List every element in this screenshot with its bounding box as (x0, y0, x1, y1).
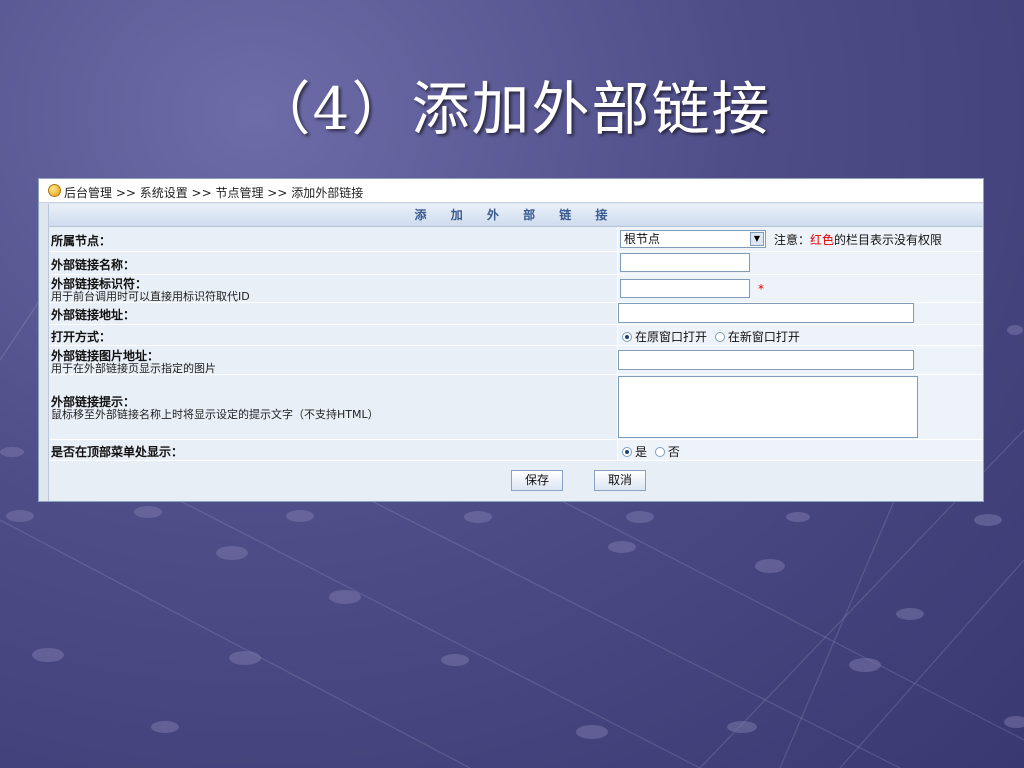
row-actions: 保存 取消 (49, 461, 983, 501)
option-no-label[interactable]: 否 (668, 445, 680, 459)
row-parent-node: 所属节点： 根节点 ▼ 注意：红色的栏目表示没有权限 (49, 227, 983, 252)
save-button[interactable]: 保存 (511, 470, 563, 491)
option-same-window-label[interactable]: 在原窗口打开 (635, 330, 707, 344)
home-globe-icon (48, 184, 61, 197)
tooltip-textarea[interactable] (618, 376, 918, 438)
cancel-button[interactable]: 取消 (594, 470, 646, 491)
option-yes-label[interactable]: 是 (635, 445, 647, 459)
link-id-hint: 用于前台调用时可以直接用标识符取代ID (51, 290, 250, 303)
required-mark: * (758, 282, 764, 296)
row-show-top-menu: 是否在顶部菜单处显示： 是 否 (49, 440, 983, 461)
breadcrumb: 后台管理 >> 系统设置 >> 节点管理 >> 添加外部链接 (39, 179, 983, 203)
show-top-menu-label: 是否在顶部菜单处显示： (51, 445, 184, 459)
row-image-url: 外部链接图片地址： 用于在外部链接页显示指定的图片 (49, 346, 983, 375)
row-open-mode: 打开方式： 在原窗口打开 在新窗口打开 (49, 325, 983, 346)
link-name-label: 外部链接名称： (51, 258, 136, 272)
option-new-window-label[interactable]: 在新窗口打开 (728, 330, 800, 344)
show-top-menu-options: 是 否 (622, 443, 680, 460)
open-mode-label: 打开方式： (51, 330, 112, 344)
radio-yes[interactable] (622, 447, 632, 457)
parent-node-cell: 根节点 ▼ 注意：红色的栏目表示没有权限 (617, 227, 983, 251)
row-link-id: 外部链接标识符： 用于前台调用时可以直接用标识符取代ID * (49, 275, 983, 303)
parent-node-selected: 根节点 (624, 232, 661, 246)
chevron-down-icon[interactable]: ▼ (750, 232, 764, 246)
add-link-form: 添 加 外 部 链 接 所属节点： 根节点 ▼ 注意：红色的栏目表示没有权限 外… (48, 204, 983, 501)
link-name-input[interactable] (620, 253, 750, 272)
row-link-url: 外部链接地址： (49, 303, 983, 325)
row-tooltip: 外部链接提示： 鼠标移至外部链接名称上时将显示设定的提示文字（不支持HTML） (49, 375, 983, 440)
link-url-label: 外部链接地址： (51, 308, 136, 322)
link-id-input[interactable] (620, 279, 750, 298)
tooltip-hint: 鼠标移至外部链接名称上时将显示设定的提示文字（不支持HTML） (51, 408, 379, 421)
form-heading: 添 加 外 部 链 接 (49, 204, 983, 227)
admin-screenshot: 后台管理 >> 系统设置 >> 节点管理 >> 添加外部链接 添 加 外 部 链… (38, 178, 984, 502)
open-mode-options: 在原窗口打开 在新窗口打开 (622, 328, 800, 345)
permission-note: 注意：红色的栏目表示没有权限 (774, 233, 943, 247)
image-url-input[interactable] (618, 350, 914, 370)
row-link-name: 外部链接名称： (49, 252, 983, 275)
link-url-input[interactable] (618, 303, 914, 323)
slide-title: （4）添加外部链接 (252, 75, 772, 143)
radio-same-window[interactable] (622, 332, 632, 342)
parent-node-label: 所属节点： (51, 234, 112, 248)
radio-no[interactable] (654, 447, 665, 457)
permission-note-red: 红色 (810, 233, 835, 247)
image-url-hint: 用于在外部链接页显示指定的图片 (51, 362, 216, 375)
radio-new-window[interactable] (714, 332, 725, 342)
parent-node-select[interactable]: 根节点 ▼ (620, 230, 766, 248)
breadcrumb-text[interactable]: 后台管理 >> 系统设置 >> 节点管理 >> 添加外部链接 (64, 184, 363, 201)
